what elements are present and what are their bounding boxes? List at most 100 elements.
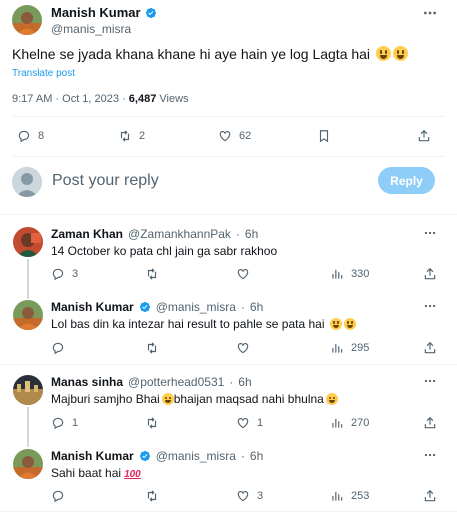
share-button[interactable] xyxy=(423,341,437,355)
reply-author-name[interactable]: Manish Kumar xyxy=(51,300,134,314)
tweet-text: Khelne se jyada khana khane hi aye hain … xyxy=(12,46,371,62)
verified-badge-icon xyxy=(139,450,151,462)
views-icon xyxy=(330,489,344,503)
like-icon xyxy=(236,416,250,430)
like-icon xyxy=(236,341,250,355)
reply-author-name[interactable]: Manas sinha xyxy=(51,375,123,389)
share-button[interactable] xyxy=(423,267,437,281)
reply-text: Sahi baat hai xyxy=(51,466,122,480)
reply-text-part-a: Majburi samjho Bhai xyxy=(51,392,160,406)
author-handle[interactable]: @manis_misra xyxy=(51,22,131,36)
repost-icon xyxy=(145,267,159,281)
reply-time[interactable]: 6h xyxy=(238,375,251,389)
reply-submit-label: Reply xyxy=(390,173,423,188)
like-icon xyxy=(236,267,250,281)
user-avatar[interactable] xyxy=(12,167,42,197)
tweet-timestamp[interactable]: 9:17 AM · Oct 1, 2023 · xyxy=(12,93,129,105)
views-icon xyxy=(330,267,344,281)
views-label: Views xyxy=(159,93,189,105)
reply-author-handle[interactable]: @ZamankhannPak xyxy=(128,227,231,241)
reply-icon xyxy=(51,341,65,355)
share-button[interactable] xyxy=(423,416,437,430)
repost-button[interactable] xyxy=(145,416,159,430)
like-button[interactable]: 3 xyxy=(236,489,263,503)
repost-button[interactable] xyxy=(145,341,159,355)
reply-text-part-b: bhaijan maqsad nahi bhulna xyxy=(173,392,324,406)
reply-time[interactable]: 6h xyxy=(245,227,258,241)
reply-avatar[interactable] xyxy=(13,300,43,330)
like-count: 62 xyxy=(239,130,252,142)
repost-button[interactable] xyxy=(145,489,159,503)
more-icon[interactable] xyxy=(423,299,437,313)
reply-icon xyxy=(51,416,65,430)
like-count: 1 xyxy=(257,417,264,429)
views-count: 253 xyxy=(351,490,370,502)
views-button[interactable]: 295 xyxy=(330,341,369,355)
like-button[interactable]: 62 xyxy=(218,129,251,143)
share-icon xyxy=(417,129,431,143)
repost-button[interactable] xyxy=(145,267,159,281)
reply-avatar[interactable] xyxy=(13,227,43,257)
reply-icon xyxy=(51,267,65,281)
reply-count: 1 xyxy=(72,417,79,429)
reply-button[interactable] xyxy=(51,489,65,503)
reply-button[interactable] xyxy=(51,341,65,355)
views-button[interactable]: 253 xyxy=(330,489,369,503)
share-icon xyxy=(423,416,437,430)
repost-icon xyxy=(145,341,159,355)
bookmark-icon xyxy=(317,129,331,143)
repost-icon xyxy=(118,129,132,143)
reply-button[interactable]: 1 xyxy=(51,416,78,430)
grin-emoji-icon xyxy=(343,318,356,330)
repost-button[interactable]: 2 xyxy=(118,129,145,143)
reply-author-name[interactable]: Manish Kumar xyxy=(51,449,134,463)
share-button[interactable] xyxy=(417,129,431,143)
views-count: 270 xyxy=(351,417,370,429)
separator-dot: · xyxy=(229,375,234,389)
reply-author-handle[interactable]: @potterhead0531 xyxy=(128,375,224,389)
more-icon[interactable] xyxy=(423,226,437,240)
reply-count: 3 xyxy=(72,268,79,280)
views-button[interactable]: 270 xyxy=(330,416,369,430)
more-icon[interactable] xyxy=(423,448,437,462)
reply-time[interactable]: 6h xyxy=(250,449,263,463)
bookmark-button[interactable] xyxy=(317,129,331,143)
reply-avatar[interactable] xyxy=(13,375,43,405)
views-button[interactable]: 330 xyxy=(330,267,369,281)
reply-author-handle[interactable]: @manis_misra xyxy=(156,449,236,463)
reply-input[interactable]: Post your reply xyxy=(52,172,159,190)
separator-dot: · xyxy=(240,300,245,314)
reply-text: 14 October ko pata chl jain ga sabr rakh… xyxy=(51,244,278,258)
grin-emoji-icon xyxy=(375,46,391,61)
reply-text: Lol bas din ka intezar hai result to pah… xyxy=(51,317,325,331)
reply-author-handle[interactable]: @manis_misra xyxy=(156,300,236,314)
like-button[interactable] xyxy=(236,267,250,281)
author-name[interactable]: Manish Kumar xyxy=(51,5,141,20)
reply-author-name[interactable]: Zaman Khan xyxy=(51,227,123,241)
more-icon[interactable] xyxy=(422,5,438,21)
share-icon xyxy=(423,489,437,503)
verified-badge-icon xyxy=(145,7,157,19)
like-count: 3 xyxy=(257,490,264,502)
more-icon[interactable] xyxy=(423,374,437,388)
views-count: 6,487 xyxy=(128,93,157,105)
translate-link[interactable]: Translate post xyxy=(12,68,75,79)
reply-icon xyxy=(51,489,65,503)
verified-badge-icon xyxy=(139,301,151,313)
hundred-emoji-icon: 100 xyxy=(124,469,141,480)
joy-emoji-icon xyxy=(161,393,174,405)
like-button[interactable] xyxy=(236,341,250,355)
views-icon xyxy=(330,341,344,355)
reply-button[interactable]: 3 xyxy=(51,267,78,281)
reply-avatar[interactable] xyxy=(13,449,43,479)
share-icon xyxy=(423,267,437,281)
reply-submit-button[interactable]: Reply xyxy=(378,167,435,194)
reply-icon xyxy=(17,129,31,143)
author-avatar[interactable] xyxy=(12,5,42,35)
share-button[interactable] xyxy=(423,489,437,503)
like-button[interactable]: 1 xyxy=(236,416,263,430)
reply-count: 8 xyxy=(38,130,45,142)
reply-time[interactable]: 6h xyxy=(250,300,263,314)
like-icon xyxy=(218,129,232,143)
reply-button[interactable]: 8 xyxy=(17,129,44,143)
